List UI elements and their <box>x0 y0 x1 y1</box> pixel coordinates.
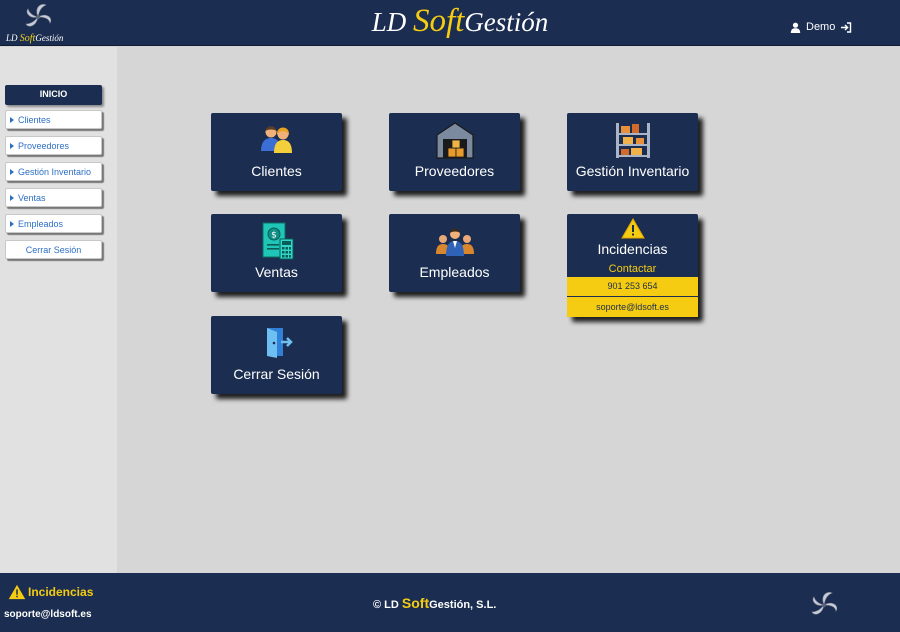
warehouse-icon <box>389 121 520 161</box>
brand-ld: LD <box>371 7 407 37</box>
sidebar-item-proveedores[interactable]: Proveedores <box>5 136 102 155</box>
caret-right-icon <box>10 221 14 227</box>
tile-ventas[interactable]: $ Ventas <box>211 214 342 292</box>
tile-label: Ventas <box>255 264 298 280</box>
tile-label: Proveedores <box>414 163 495 179</box>
caret-right-icon <box>10 143 14 149</box>
caret-right-icon <box>10 169 14 175</box>
top-bar: LD SoftGestión LD SoftGestión Demo <box>0 0 900 46</box>
user-menu[interactable]: Demo <box>790 21 852 33</box>
sidebar-item-label: Gestión Inventario <box>18 167 92 177</box>
footer-email[interactable]: soporte@ldsoft.es <box>4 609 92 620</box>
customers-icon <box>211 121 342 161</box>
copyright-prefix: © LD <box>373 599 399 611</box>
sidebar-item-label: Empleados <box>18 219 64 229</box>
brand-gestion: Gestión <box>464 7 549 37</box>
page-title: LD SoftGestión <box>0 3 900 40</box>
user-name: Demo <box>806 21 836 33</box>
user-icon <box>790 22 801 33</box>
warning-icon <box>8 584 26 600</box>
footer-logo-icon <box>811 592 838 615</box>
sidebar-item-gestion-inventario[interactable]: Gestión Inventario <box>5 162 102 181</box>
caret-right-icon <box>10 117 14 123</box>
employees-icon <box>389 222 520 262</box>
tile-label: Clientes <box>251 163 302 179</box>
sidebar-item-empleados[interactable]: Empleados <box>5 214 102 233</box>
incidencias-card: Incidencias Contactar 901 253 654 soport… <box>567 214 698 317</box>
tile-gestion-inventario[interactable]: Gestión Inventario <box>567 113 698 191</box>
footer-incidencias-label: Incidencias <box>28 585 94 599</box>
tile-empleados[interactable]: Empleados <box>389 214 520 292</box>
sidebar: INICIO Clientes Proveedores Gestión Inve… <box>0 47 117 573</box>
exit-door-icon <box>211 324 342 364</box>
shelving-icon <box>567 121 698 161</box>
invoice-calculator-icon: $ <box>211 222 342 262</box>
sidebar-header[interactable]: INICIO <box>5 85 102 105</box>
caret-right-icon <box>10 195 14 201</box>
tile-label: Gestión Inventario <box>575 163 690 179</box>
footer-incidencias[interactable]: Incidencias <box>8 584 93 600</box>
copyright-soft: Soft <box>401 595 430 611</box>
sidebar-item-label: Clientes <box>18 115 51 125</box>
sidebar-item-label: Proveedores <box>18 141 70 151</box>
tile-label: Cerrar Sesión <box>233 366 320 382</box>
sidebar-item-label: Ventas <box>18 193 46 203</box>
sidebar-item-cerrar-sesion[interactable]: Cerrar Sesión <box>5 240 102 259</box>
copyright: © LD SoftGestión, S.L. <box>373 595 496 611</box>
footer: Incidencias soporte@ldsoft.es © LD SoftG… <box>0 573 900 632</box>
svg-text:$: $ <box>271 231 277 241</box>
support-email[interactable]: soporte@ldsoft.es <box>567 297 698 317</box>
contact-link[interactable]: Contactar <box>567 263 698 275</box>
brand-soft: Soft <box>412 3 465 39</box>
tile-proveedores[interactable]: Proveedores <box>389 113 520 191</box>
tile-label: Empleados <box>419 264 490 280</box>
sidebar-item-ventas[interactable]: Ventas <box>5 188 102 207</box>
incidencias-title: Incidencias <box>597 241 668 257</box>
logout-icon[interactable] <box>840 21 852 33</box>
warning-icon <box>621 218 645 239</box>
copyright-suffix: Gestión, S.L. <box>429 599 497 611</box>
tile-clientes[interactable]: Clientes <box>211 113 342 191</box>
tile-cerrar-sesion[interactable]: Cerrar Sesión <box>211 316 342 394</box>
sidebar-item-clientes[interactable]: Clientes <box>5 110 102 129</box>
support-phone[interactable]: 901 253 654 <box>567 277 698 296</box>
